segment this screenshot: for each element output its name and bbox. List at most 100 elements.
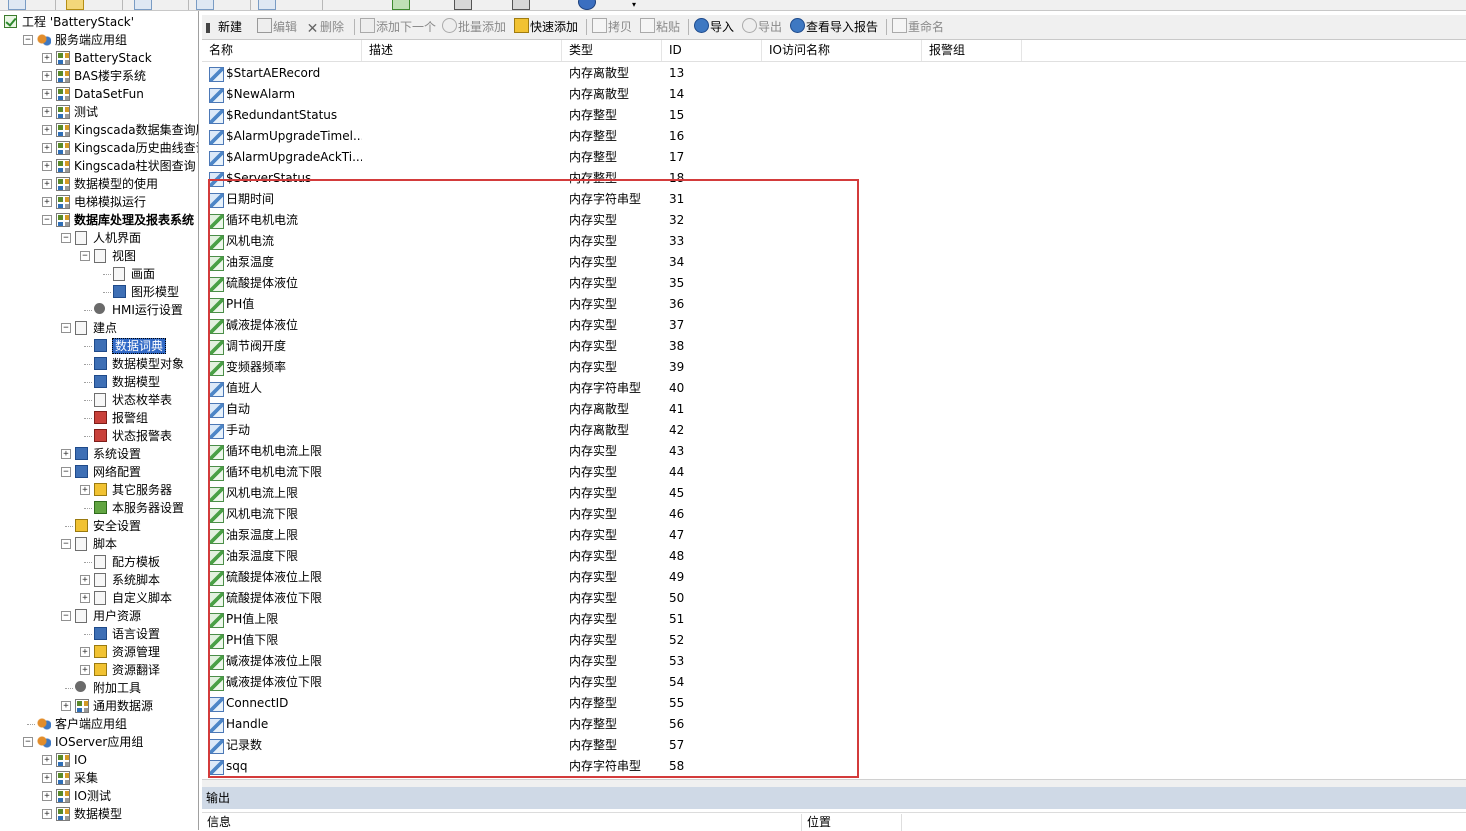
tree-item[interactable]: 本服务器设置 bbox=[0, 499, 198, 517]
tree-item[interactable]: + 系统设置 bbox=[0, 445, 198, 463]
table-row[interactable]: 变频器频率 内存实型 39 bbox=[202, 357, 1466, 378]
table-row[interactable]: PH值下限 内存实型 52 bbox=[202, 630, 1466, 651]
tree-item[interactable]: 画面 bbox=[0, 265, 198, 283]
tree-item[interactable]: + BAS楼宇系统 bbox=[0, 67, 198, 85]
delete-button[interactable]: ✕ 删除 bbox=[306, 18, 344, 36]
tree-item[interactable]: + 数据模型的使用 bbox=[0, 175, 198, 193]
expand-icon[interactable]: + bbox=[42, 161, 52, 171]
tree-item[interactable]: HMI运行设置 bbox=[0, 301, 198, 319]
expand-icon[interactable]: + bbox=[42, 791, 52, 801]
tree-item[interactable]: + 测试 bbox=[0, 103, 198, 121]
collapse-icon[interactable]: − bbox=[42, 215, 52, 225]
table-row[interactable]: 硫酸提体液位 内存实型 35 bbox=[202, 273, 1466, 294]
tree-item[interactable]: 附加工具 bbox=[0, 679, 198, 697]
toolbar-icon[interactable] bbox=[196, 0, 214, 10]
tree-item[interactable]: 工程 'BatteryStack' bbox=[0, 13, 198, 31]
toolbar-icon[interactable] bbox=[134, 0, 152, 10]
table-row[interactable]: 循环电机电流下限 内存实型 44 bbox=[202, 462, 1466, 483]
tree-item[interactable]: + 通用数据源 bbox=[0, 697, 198, 715]
column-header-io-name[interactable]: IO访问名称 bbox=[762, 40, 922, 61]
dropdown-arrow-icon[interactable]: ▾ bbox=[632, 0, 636, 10]
expand-icon[interactable]: + bbox=[42, 773, 52, 783]
table-row[interactable]: 硫酸提体液位上限 内存实型 49 bbox=[202, 567, 1466, 588]
table-row[interactable]: 碱液提体液位上限 内存实型 53 bbox=[202, 651, 1466, 672]
table-row[interactable]: $NewAlarm 内存离散型 14 bbox=[202, 84, 1466, 105]
expand-icon[interactable]: + bbox=[80, 485, 90, 495]
table-row[interactable]: PH值上限 内存实型 51 bbox=[202, 609, 1466, 630]
collapse-icon[interactable]: − bbox=[61, 467, 71, 477]
column-header-alarm-group[interactable]: 报警组 bbox=[922, 40, 1022, 61]
tree-item[interactable]: 安全设置 bbox=[0, 517, 198, 535]
tree-item[interactable]: − 人机界面 bbox=[0, 229, 198, 247]
tree-item[interactable]: + 数据模型 bbox=[0, 805, 198, 823]
column-header-id[interactable]: ID bbox=[662, 40, 762, 61]
table-row[interactable]: 风机电流 内存实型 33 bbox=[202, 231, 1466, 252]
table-row[interactable]: 硫酸提体液位下限 内存实型 50 bbox=[202, 588, 1466, 609]
column-header-name[interactable]: 名称 bbox=[202, 40, 362, 61]
table-row[interactable]: 记录数 内存整型 57 bbox=[202, 735, 1466, 756]
tree-item[interactable]: 客户端应用组 bbox=[0, 715, 198, 733]
paste-button[interactable]: 粘贴 bbox=[640, 18, 680, 36]
collapse-icon[interactable]: − bbox=[23, 737, 33, 747]
folder-icon[interactable] bbox=[66, 0, 84, 10]
table-row[interactable]: PH值 内存实型 36 bbox=[202, 294, 1466, 315]
tree-item[interactable]: 语言设置 bbox=[0, 625, 198, 643]
quick-add-button[interactable]: 快速添加 bbox=[514, 18, 578, 36]
tree-item[interactable]: + 资源翻译 bbox=[0, 661, 198, 679]
expand-icon[interactable]: + bbox=[61, 449, 71, 459]
table-row[interactable]: 自动 内存离散型 41 bbox=[202, 399, 1466, 420]
table-row[interactable]: $RedundantStatus 内存整型 15 bbox=[202, 105, 1466, 126]
tree-item[interactable]: 配方模板 bbox=[0, 553, 198, 571]
expand-icon[interactable]: + bbox=[80, 647, 90, 657]
toolbar-icon[interactable] bbox=[258, 0, 276, 10]
expand-icon[interactable]: + bbox=[80, 575, 90, 585]
table-row[interactable]: 风机电流下限 内存实型 46 bbox=[202, 504, 1466, 525]
export-button[interactable]: 导出 bbox=[742, 18, 782, 36]
expand-icon[interactable]: + bbox=[42, 809, 52, 819]
tree-item[interactable]: 图形模型 bbox=[0, 283, 198, 301]
toolbar-icon[interactable] bbox=[8, 0, 26, 10]
info-icon[interactable] bbox=[578, 0, 596, 10]
expand-icon[interactable]: + bbox=[42, 179, 52, 189]
table-row[interactable]: 日期时间 内存字符串型 31 bbox=[202, 189, 1466, 210]
table-row[interactable]: 手动 内存离散型 42 bbox=[202, 420, 1466, 441]
collapse-icon[interactable]: − bbox=[61, 233, 71, 243]
table-row[interactable]: 风机电流上限 内存实型 45 bbox=[202, 483, 1466, 504]
column-header-type[interactable]: 类型 bbox=[562, 40, 662, 61]
expand-icon[interactable]: + bbox=[42, 755, 52, 765]
collapse-icon[interactable]: − bbox=[23, 35, 33, 45]
expand-icon[interactable]: + bbox=[61, 701, 71, 711]
view-import-report-button[interactable]: 查看导入报告 bbox=[790, 18, 878, 36]
tree-item[interactable]: − 用户资源 bbox=[0, 607, 198, 625]
batch-add-button[interactable]: 批量添加 bbox=[442, 18, 506, 36]
table-row[interactable]: 循环电机电流 内存实型 32 bbox=[202, 210, 1466, 231]
tree-item[interactable]: + IO bbox=[0, 751, 198, 769]
collapse-icon[interactable]: − bbox=[80, 251, 90, 261]
table-row[interactable]: $ServerStatus 内存整型 18 bbox=[202, 168, 1466, 189]
tree-item[interactable]: − 网络配置 bbox=[0, 463, 198, 481]
expand-icon[interactable]: + bbox=[42, 197, 52, 207]
tree-item[interactable]: + DataSetFun bbox=[0, 85, 198, 103]
add-next-button[interactable]: 添加下一个 bbox=[360, 18, 436, 36]
tree-item[interactable]: 数据模型 bbox=[0, 373, 198, 391]
table-row[interactable]: 值班人 内存字符串型 40 bbox=[202, 378, 1466, 399]
tree-item[interactable]: + 其它服务器 bbox=[0, 481, 198, 499]
table-row[interactable]: $StartAERecord 内存离散型 13 bbox=[202, 63, 1466, 84]
tree-item[interactable]: 报警组 bbox=[0, 409, 198, 427]
column-header-description[interactable]: 描述 bbox=[362, 40, 562, 61]
tree-item[interactable]: + Kingscada历史曲线查询1 bbox=[0, 139, 198, 157]
table-row[interactable]: ConnectID 内存整型 55 bbox=[202, 693, 1466, 714]
tree-item[interactable]: − 数据库处理及报表系统 bbox=[0, 211, 198, 229]
tree-item[interactable]: + 资源管理 bbox=[0, 643, 198, 661]
import-button[interactable]: 导入 bbox=[694, 18, 734, 36]
collapse-icon[interactable]: − bbox=[61, 611, 71, 621]
tree-item[interactable]: + Kingscada柱状图查询 bbox=[0, 157, 198, 175]
tree-item[interactable]: + 自定义脚本 bbox=[0, 589, 198, 607]
tree-item[interactable]: 数据词典 bbox=[0, 337, 198, 355]
tree-item[interactable]: 数据模型对象 bbox=[0, 355, 198, 373]
tree-item[interactable]: + 电梯模拟运行 bbox=[0, 193, 198, 211]
expand-icon[interactable]: + bbox=[42, 143, 52, 153]
tree-item[interactable]: − IOServer应用组 bbox=[0, 733, 198, 751]
toolbar-icon[interactable] bbox=[392, 0, 410, 10]
expand-icon[interactable]: + bbox=[42, 53, 52, 63]
